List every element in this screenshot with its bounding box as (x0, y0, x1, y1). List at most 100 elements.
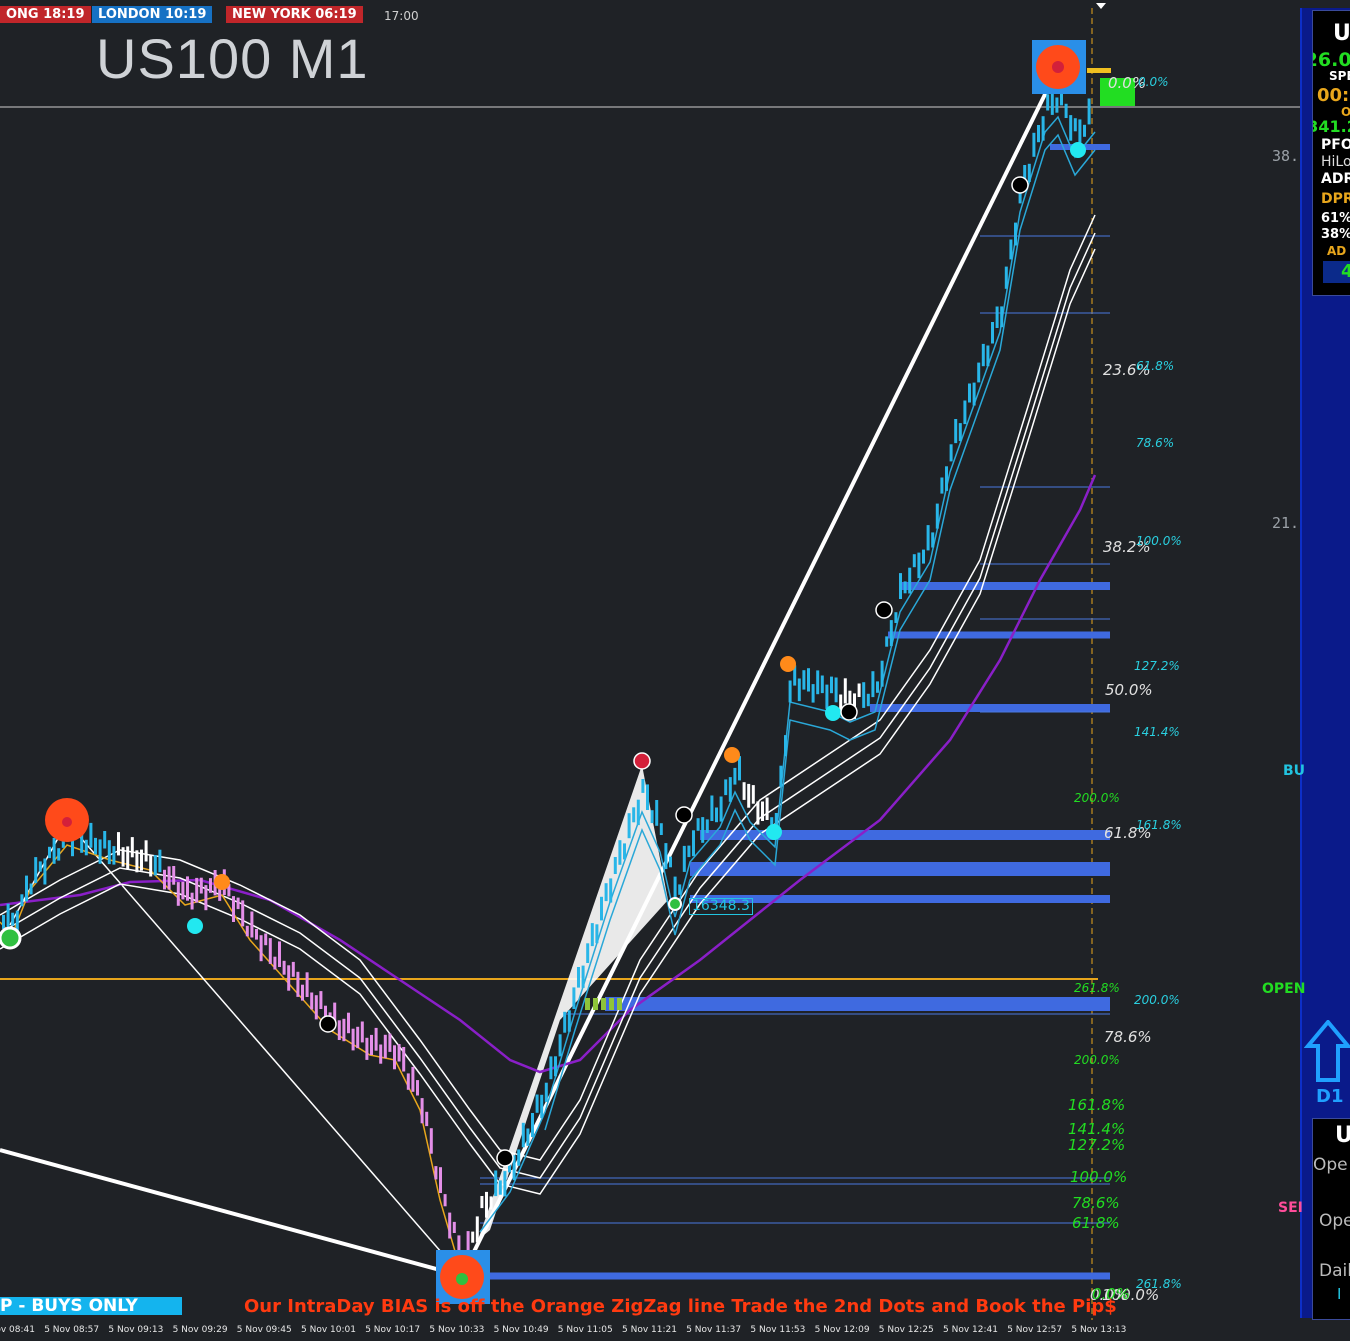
fib-label-white: 78.6% (1104, 1028, 1152, 1046)
price-candle (471, 1231, 475, 1243)
right-axis-label: 38. (1272, 147, 1300, 165)
price-candle (443, 1194, 447, 1207)
price-candle (25, 875, 28, 902)
price-candle (383, 1034, 387, 1059)
panel2-daily: Dail (1319, 1261, 1350, 1281)
london-clock: LONDON 10:19 (92, 6, 213, 23)
price-candle (57, 848, 61, 861)
price-candle (167, 866, 171, 890)
price-candle (480, 1196, 484, 1209)
panel2-value: I (1337, 1285, 1342, 1303)
fib-label-cyan: 141.4% (1134, 725, 1180, 739)
panel-value-box: 4 (1323, 261, 1350, 283)
price-candle (724, 779, 728, 796)
price-candle (163, 869, 166, 890)
price-candle (618, 840, 622, 865)
panel-spread: SPE (1329, 69, 1350, 83)
price-candle (121, 847, 125, 867)
hong-kong-clock: ONG 18:19 (0, 6, 91, 23)
panel-timer: 00:0 (1317, 85, 1350, 106)
price-candle (347, 1012, 350, 1034)
price-candle (158, 849, 162, 873)
price-candle (360, 1021, 364, 1043)
price-candle (416, 1080, 419, 1096)
price-candle (889, 620, 893, 647)
price-chart[interactable]: 23.6%38.2%50.0%61.8%78.6%0.0%0.0%100.0%0… (0, 0, 1350, 1341)
x-axis-tick-label: 5 Nov 13:13 (1071, 1325, 1127, 1335)
price-candle (209, 878, 212, 893)
x-axis-tick-label: 5 Nov 10:01 (301, 1325, 356, 1335)
price-candle (337, 1020, 341, 1040)
price-candle (554, 1056, 557, 1077)
buy-dot (1070, 142, 1086, 158)
support-zone (870, 704, 1110, 712)
price-candle (52, 837, 56, 864)
price-candle (756, 801, 760, 825)
price-candle (857, 683, 861, 697)
price-candle (807, 668, 810, 692)
pivot-high-dot (633, 752, 651, 770)
panel-open-label: OPEN (1262, 981, 1306, 997)
sell-dot (724, 747, 740, 763)
price-candle (296, 971, 300, 997)
price-candle (600, 896, 603, 921)
price-candle (788, 680, 792, 703)
price-candle (1064, 103, 1068, 118)
price-candle (301, 984, 304, 1001)
price-candle (802, 670, 806, 690)
fib-label-cyan: 261.8% (1136, 1277, 1182, 1291)
price-candle (259, 935, 263, 962)
panel-pfo: PFO (1321, 137, 1350, 153)
panel-low-price: 16341.2 (1313, 117, 1350, 136)
price-candle (485, 1191, 488, 1218)
buy-dot (187, 918, 203, 934)
price-candle (816, 670, 820, 695)
price-candle (397, 1044, 401, 1062)
price-candle (797, 678, 801, 702)
price-candle (130, 837, 134, 858)
price-candle (945, 466, 948, 491)
price-candle (6, 903, 10, 930)
price-candle (632, 807, 636, 823)
price-candle (669, 856, 672, 868)
price-candle (84, 839, 88, 856)
price-candle (581, 965, 585, 988)
price-candle (278, 941, 281, 967)
panel-price: 16426.0 (1313, 49, 1350, 71)
price-candle (784, 735, 787, 757)
price-candle (393, 1045, 396, 1070)
up-arrow-icon (1304, 1020, 1350, 1082)
fib-label-green: 78.6% (1072, 1194, 1120, 1212)
price-candle (968, 383, 971, 403)
price-candle (489, 1196, 493, 1210)
price-candle (995, 306, 999, 328)
price-candle (439, 1167, 442, 1193)
main-trend-line (460, 67, 1060, 1277)
price-candle (365, 1037, 369, 1060)
envelope-upper (0, 214, 1096, 1161)
price-candle (761, 801, 764, 821)
x-axis-tick-label: 5 Nov 09:29 (172, 1325, 228, 1335)
info-box-top: US 16426.0 SPE 00:0 O 16341.2 PFO HiLo A… (1312, 10, 1350, 296)
price-candle (876, 681, 879, 693)
panel-sell-label: SEI (1278, 1200, 1303, 1216)
price-candle (563, 1011, 567, 1033)
price-candle (195, 877, 199, 903)
price-candle (1078, 119, 1082, 146)
signal-ring (675, 806, 693, 824)
ask-marker (1087, 68, 1111, 73)
price-candle (682, 845, 686, 872)
price-candle (885, 636, 889, 647)
price-candle (89, 822, 93, 848)
price-candle (908, 567, 912, 594)
price-candle (830, 676, 833, 694)
price-candle (29, 883, 33, 895)
price-candle (494, 1170, 498, 1197)
price-candle (94, 837, 97, 855)
price-candle (305, 972, 309, 997)
price-candle (728, 777, 732, 802)
price-candle (425, 1111, 429, 1127)
price-candle (245, 925, 249, 937)
price-candle (452, 1221, 456, 1233)
price-candle (1073, 118, 1077, 132)
